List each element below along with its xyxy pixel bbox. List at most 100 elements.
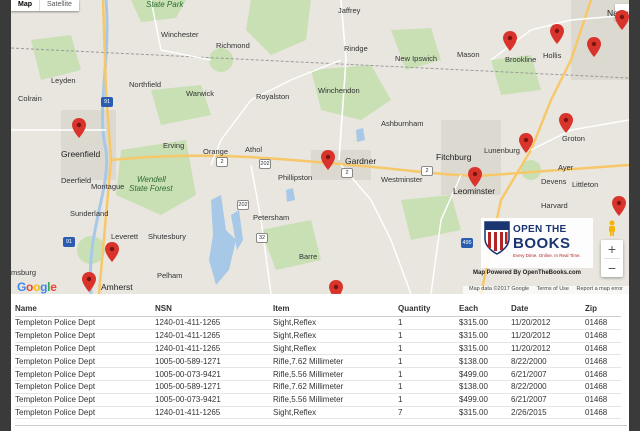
map-pin-icon[interactable] <box>550 24 564 44</box>
column-header-date[interactable]: Date <box>511 302 585 317</box>
cell-nsn: 1240-01-411-1265 <box>155 329 273 343</box>
map-label-colrain: Colrain <box>18 94 42 103</box>
map-pin-icon[interactable] <box>519 133 533 153</box>
cell-item: Sight,Reflex <box>273 329 398 343</box>
cell-zip: 01468 <box>585 406 621 420</box>
map-label-groton: Groton <box>562 134 585 143</box>
cell-name: Templeton Police Dept <box>15 393 155 407</box>
map-label-leyden: Leyden <box>51 76 76 85</box>
map-pin-icon[interactable] <box>82 272 96 292</box>
cell-nsn: 1005-00-073-9421 <box>155 393 273 407</box>
map-label-ashburnham: Ashburnham <box>381 119 424 128</box>
cell-quantity: 1 <box>398 367 459 381</box>
column-header-each[interactable]: Each <box>459 302 511 317</box>
cell-zip: 01468 <box>585 316 621 330</box>
map-label-winchendon: Winchendon <box>318 86 360 95</box>
column-header-zip[interactable]: Zip <box>585 302 621 317</box>
cell-item: Rifle,7.62 Millimeter <box>273 380 398 394</box>
map-pin-icon[interactable] <box>615 10 629 30</box>
cell-nsn: 1005-00-589-1271 <box>155 354 273 369</box>
map-pin-icon[interactable] <box>105 242 119 262</box>
column-header-nsn[interactable]: NSN <box>155 302 273 317</box>
zoom-out-button[interactable]: − <box>601 259 623 277</box>
table-body: Templeton Police Dept 1240-01-411-1265 Sig… <box>15 316 621 420</box>
table-row[interactable]: Templeton Police Dept 1240-01-411-1265 Sig… <box>15 329 621 343</box>
map-pin-icon[interactable] <box>321 150 335 170</box>
cell-quantity: 1 <box>398 342 459 356</box>
map-type-map-button[interactable]: Map <box>11 0 40 11</box>
cell-date: 6/21/2007 <box>511 393 585 407</box>
open-the-books-logo[interactable]: OPEN THE BOOKS Every Dime. Online. In Re… <box>481 218 593 268</box>
google-logo[interactable]: Google <box>17 280 57 294</box>
column-header-quantity[interactable]: Quantity <box>398 302 459 317</box>
route-shield: 32 <box>256 233 268 243</box>
cell-name: Templeton Police Dept <box>15 329 155 343</box>
cell-zip: 01468 <box>585 354 621 369</box>
route-shield: 202 <box>237 200 249 210</box>
cell-quantity: 1 <box>398 354 459 369</box>
google-logo-letter: e <box>50 280 57 294</box>
table-row[interactable]: Templeton Police Dept 1005-00-073-9421 Rif… <box>15 393 621 407</box>
table-row[interactable]: Templeton Police Dept 1005-00-589-1271 Rif… <box>15 354 621 369</box>
map-label-barre: Barre <box>299 252 318 261</box>
map-pin-icon[interactable] <box>329 280 343 294</box>
table-row[interactable]: Templeton Police Dept 1005-00-589-1271 Rif… <box>15 380 621 394</box>
map-type-satellite-button[interactable]: Satellite <box>40 0 79 11</box>
map-pin-icon[interactable] <box>468 167 482 187</box>
cell-nsn: 1005-00-589-1271 <box>155 380 273 394</box>
map-label-pelham: Pelham <box>157 271 183 280</box>
cell-name: Templeton Police Dept <box>15 316 155 330</box>
map-label-erving: Erving <box>163 141 185 150</box>
map-pin-icon[interactable] <box>587 37 601 57</box>
map-label-deerfield: Deerfield <box>61 176 92 185</box>
cell-nsn: 1240-01-411-1265 <box>155 342 273 356</box>
map-label-shutesbury: Shutesbury <box>148 232 186 241</box>
map-label-msburg: msburg <box>11 268 37 277</box>
cell-item: Sight,Reflex <box>273 406 398 420</box>
map-label-jaffrey: Jaffrey <box>338 6 361 15</box>
cell-each: $138.00 <box>459 354 511 369</box>
map-label-northfield: Northfield <box>129 80 162 89</box>
map-label-rindge: Rindge <box>344 44 368 53</box>
cell-zip: 01468 <box>585 380 621 394</box>
map-label-warwick: Warwick <box>186 89 215 98</box>
table-row[interactable]: Templeton Police Dept 1005-00-073-9421 Rif… <box>15 367 621 381</box>
powered-by-caption: Map Powered By OpenTheBooks.com <box>473 270 582 276</box>
map[interactable]: Map Satellite State Park Winchester Rich… <box>11 0 629 294</box>
cell-zip: 01468 <box>585 342 621 356</box>
column-header-item[interactable]: Item <box>273 302 398 317</box>
map-label-sunderland: Sunderland <box>70 209 109 218</box>
map-label-leverett: Leverett <box>111 232 139 241</box>
zoom-in-button[interactable]: + <box>601 240 623 258</box>
map-pin-icon[interactable] <box>72 118 86 138</box>
map-label-brookline: Brookline <box>505 55 537 64</box>
map-pin-icon[interactable] <box>559 113 573 133</box>
cell-name: Templeton Police Dept <box>15 367 155 381</box>
cell-zip: 01468 <box>585 367 621 381</box>
table-row[interactable]: Templeton Police Dept 1240-01-411-1265 Sig… <box>15 342 621 356</box>
terms-of-use-link[interactable]: Terms of Use <box>537 286 569 292</box>
report-map-error-link[interactable]: Report a map error <box>577 286 623 292</box>
cell-zip: 01468 <box>585 393 621 407</box>
map-label-phillipston: Phillipston <box>278 173 313 182</box>
logo-line-2: BOOKS <box>513 235 571 252</box>
map-pin-icon[interactable] <box>612 196 626 216</box>
logo-line-1: OPEN THE <box>513 224 567 235</box>
table-row[interactable]: Templeton Police Dept 1240-01-411-1265 Sig… <box>15 406 621 420</box>
table-row[interactable]: Templeton Police Dept 1240-01-411-1265 Sig… <box>15 316 621 330</box>
table-bottom-border <box>15 425 627 426</box>
map-pin-icon[interactable] <box>503 31 517 51</box>
map-label-mason: Mason <box>457 50 480 59</box>
map-label-richmond: Richmond <box>216 41 250 50</box>
route-shield: 91 <box>63 237 75 247</box>
column-header-name[interactable]: Name <box>15 302 155 317</box>
map-label-ayer: Ayer <box>558 163 574 172</box>
cell-date: 11/20/2012 <box>511 316 585 330</box>
street-view-pegman-icon[interactable] <box>607 220 617 236</box>
cell-item: Rifle,7.62 Millimeter <box>273 354 398 369</box>
map-label-royalston: Royalston <box>256 92 290 101</box>
cell-nsn: 1005-00-073-9421 <box>155 367 273 381</box>
map-label-gardner: Gardner <box>345 156 377 166</box>
cell-name: Templeton Police Dept <box>15 380 155 394</box>
table-header-row: Name NSN Item Quantity Each Date Zip <box>15 302 621 317</box>
